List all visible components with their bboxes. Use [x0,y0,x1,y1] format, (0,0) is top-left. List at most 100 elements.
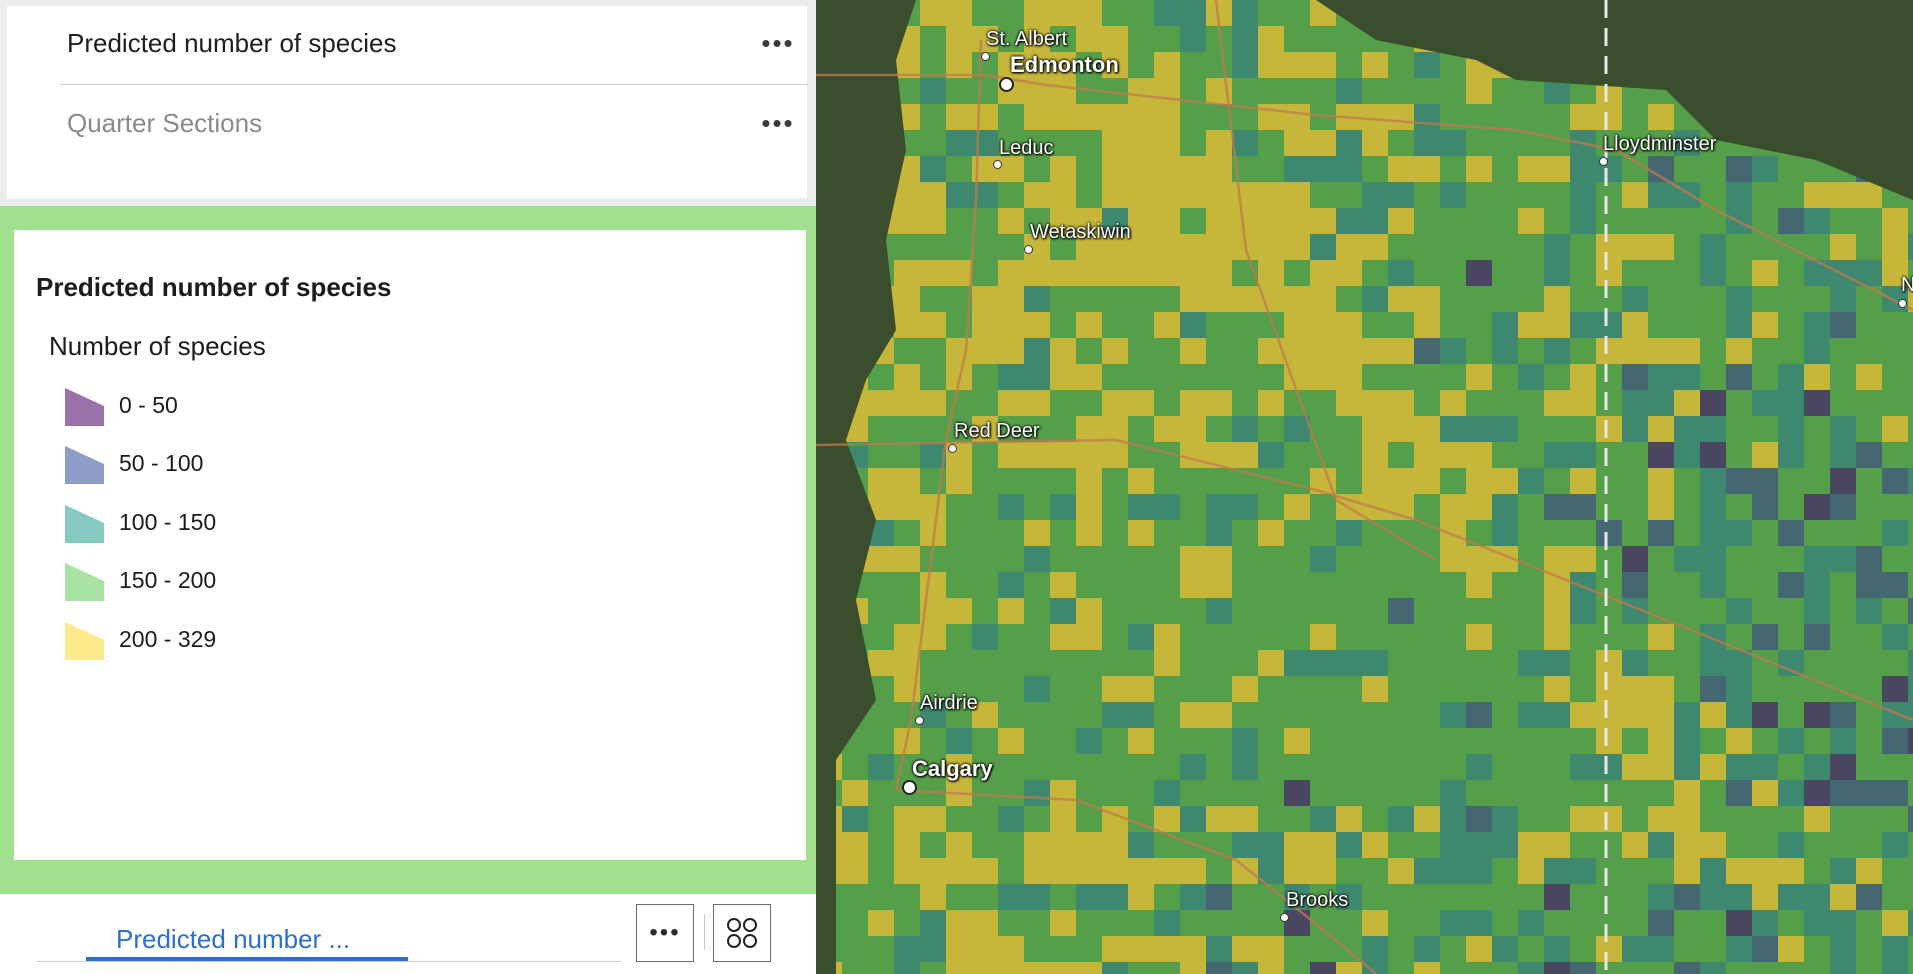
grid-cell [1336,910,1362,936]
layer-options-button[interactable]: ••• [758,26,798,60]
grid-cell [894,962,920,974]
city-label-wetaskiwin: Wetaskiwin [1030,221,1131,243]
grid-cell [1856,416,1882,442]
grid-cell [1414,572,1440,598]
grid-cell [1206,702,1232,728]
grid-cell [1752,338,1778,364]
grid-cell [1622,624,1648,650]
grid-cell [1024,910,1050,936]
grid-cell [1414,624,1440,650]
grid-cell [1050,754,1076,780]
grid-cell [1700,234,1726,260]
grid-cell [1284,624,1310,650]
grid-cell [1050,78,1076,104]
grid-cell [1830,910,1856,936]
grid-cell [1726,494,1752,520]
grid-cell [1726,702,1752,728]
layer-item-predicted-species[interactable]: Predicted number of species ••• [60,6,808,85]
grid-cell [1778,520,1804,546]
grid-cell [894,468,920,494]
more-options-button[interactable]: ••• [636,904,694,962]
grid-cell [1232,598,1258,624]
grid-cell [1388,728,1414,754]
grid-cell [1830,754,1856,780]
grid-cell [1778,416,1804,442]
grid-cell [920,234,946,260]
grid-cell [1102,650,1128,676]
grid-cell [1180,494,1206,520]
grid-cell [1310,182,1336,208]
grid-cell [1258,728,1284,754]
grid-cell [1778,780,1804,806]
grid-cell [972,442,998,468]
grid-cell [946,962,972,974]
grid-cell [1804,832,1830,858]
grid-cell [1596,234,1622,260]
grid-cell [1518,702,1544,728]
grid-cell [946,910,972,936]
grid-cell [1908,338,1913,364]
grid-cell [1232,520,1258,546]
grid-cell [1674,858,1700,884]
grid-cell [868,572,894,598]
grid-cell [1128,546,1154,572]
grid-cell [972,884,998,910]
grid-cell [1128,676,1154,702]
grid-cell [1492,598,1518,624]
map-view[interactable]: St. Albert Edmonton Leduc Lloydminster W… [816,0,1913,974]
grid-cell [1622,104,1648,130]
grid-cell [1388,286,1414,312]
grid-cell [1336,832,1362,858]
grid-cell [1336,962,1362,974]
grid-cell [1024,624,1050,650]
grid-cell [1830,962,1856,974]
grid-cell [1232,884,1258,910]
grid-cell [1752,728,1778,754]
grid-cell [1232,312,1258,338]
grid-cell [1102,182,1128,208]
layer-options-button[interactable]: ••• [758,106,798,140]
tab-predicted-species[interactable]: Predicted number ... [86,906,408,954]
grid-cell [1570,546,1596,572]
grid-cell [1648,338,1674,364]
grid-cell [972,780,998,806]
grid-cell [1310,858,1336,884]
grid-cell [1882,442,1908,468]
grid-cell [1258,754,1284,780]
grid-cell [1206,234,1232,260]
grid-cell [1258,260,1284,286]
grid-cell [1102,338,1128,364]
layer-item-quarter-sections[interactable]: Quarter Sections ••• [60,86,808,164]
grid-cell [1284,520,1310,546]
grid-cell [998,312,1024,338]
grid-cell [998,442,1024,468]
grid-cell [1336,572,1362,598]
grid-cell [1102,312,1128,338]
grid-cell [1752,754,1778,780]
grid-cell [1804,442,1830,468]
grid-cell [1466,832,1492,858]
grid-cell [1024,338,1050,364]
grid-cell [1830,416,1856,442]
grid-cell [1908,702,1913,728]
grid-cell [1180,702,1206,728]
grid-cell [1596,650,1622,676]
apps-button[interactable] [713,904,771,962]
map-canvas[interactable] [816,0,1913,974]
grid-cell [1882,572,1908,598]
grid-cell [894,234,920,260]
grid-cell [1856,520,1882,546]
grid-cell [1154,650,1180,676]
grid-cell [1024,676,1050,702]
grid-cell [1596,624,1622,650]
grid-cell [1518,910,1544,936]
grid-cell [1414,754,1440,780]
grid-cell [1414,676,1440,702]
grid-cell [1466,650,1492,676]
legend-swatch-icon [65,622,104,660]
grid-cell [1648,858,1674,884]
grid-cell [920,806,946,832]
grid-cell [1518,78,1544,104]
grid-cell [972,130,998,156]
grid-cell [1180,910,1206,936]
